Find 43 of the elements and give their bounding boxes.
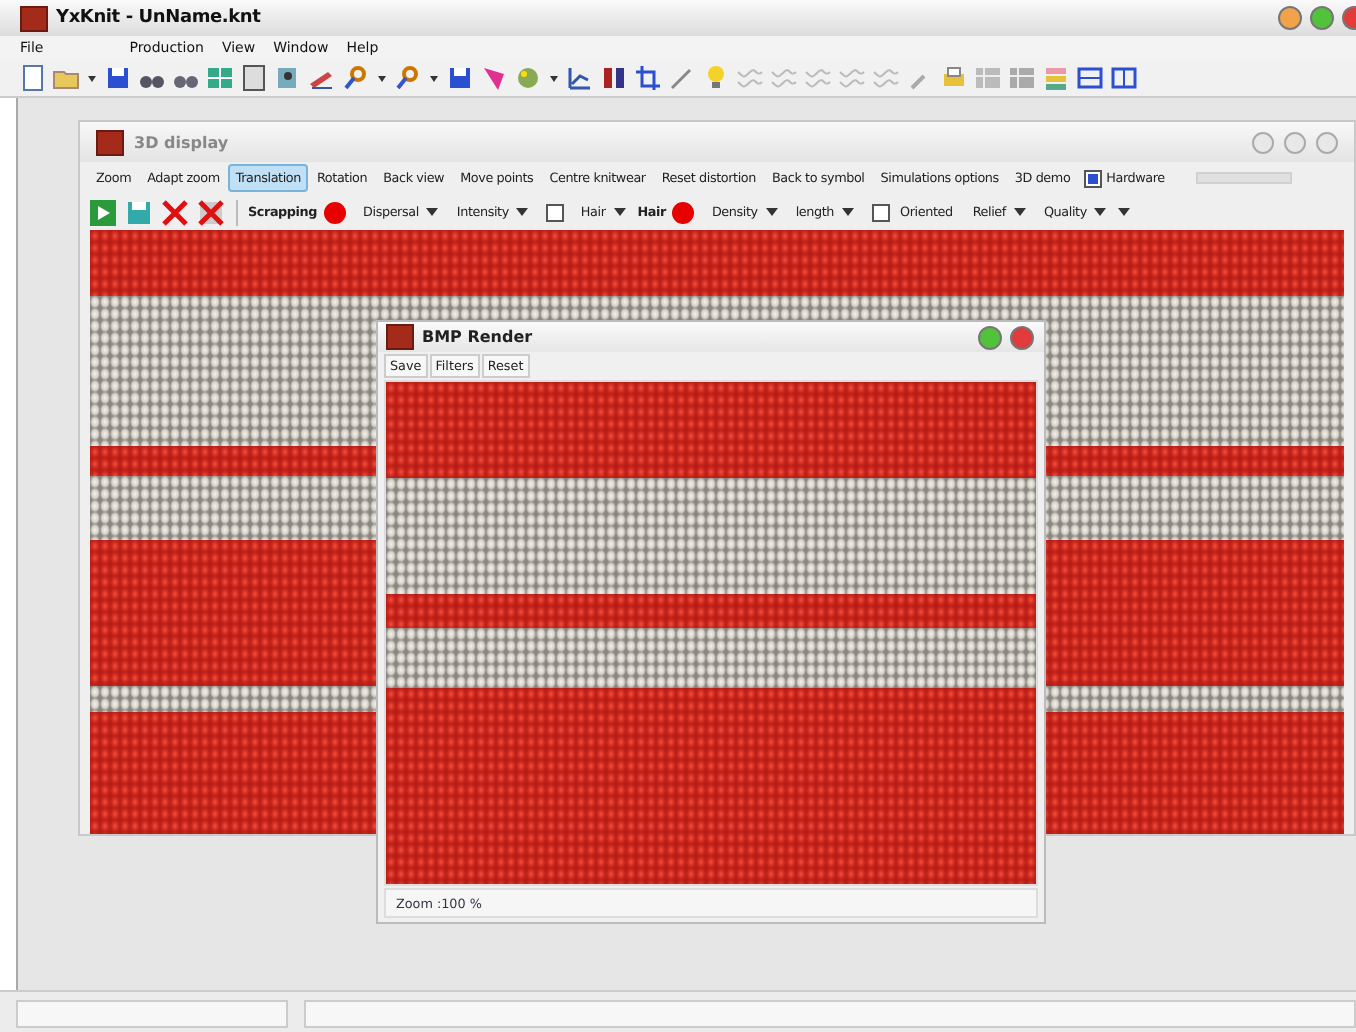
color-dot[interactable] [671, 201, 694, 223]
layers-icon[interactable] [1042, 64, 1070, 92]
color-dot[interactable] [323, 201, 346, 223]
close-button[interactable] [1342, 6, 1356, 30]
minimize-button[interactable] [1278, 6, 1302, 30]
caret-icon[interactable] [516, 206, 529, 218]
magnifier-icon[interactable] [394, 64, 422, 92]
window-title: BMP Render [422, 328, 533, 346]
save-icon[interactable] [446, 64, 474, 92]
window-icon [386, 324, 414, 350]
window-icon [96, 129, 124, 155]
maximize-button[interactable] [978, 325, 1002, 349]
caret-icon[interactable] [765, 206, 778, 218]
magnifier-icon[interactable] [342, 64, 370, 92]
caret-icon[interactable] [1013, 206, 1026, 218]
bulb-icon[interactable] [702, 64, 730, 92]
checkbox[interactable] [546, 203, 565, 221]
caret-icon[interactable] [842, 206, 855, 218]
checkbox[interactable] [872, 203, 891, 221]
split-horizontal-icon[interactable] [1076, 64, 1104, 92]
slider-track[interactable] [1196, 172, 1293, 184]
app-icon [20, 5, 48, 31]
blocks-icon[interactable] [600, 64, 628, 92]
printer-icon[interactable] [940, 64, 968, 92]
maximize-button[interactable] [1310, 6, 1334, 30]
chart-icon[interactable] [566, 64, 594, 92]
grid-icon[interactable] [206, 64, 234, 92]
caret-icon[interactable] [426, 206, 439, 218]
window-title: YxKnit - UnName.knt [56, 8, 261, 28]
swatch-icon[interactable] [480, 64, 508, 92]
crop-icon[interactable] [634, 64, 662, 92]
caret-icon[interactable] [613, 206, 626, 218]
checkbox[interactable] [1084, 169, 1103, 187]
split-vertical-icon[interactable] [1110, 64, 1138, 92]
window-title: 3D display [134, 133, 229, 151]
save-icon[interactable] [124, 197, 154, 227]
document-icon[interactable] [18, 64, 46, 92]
close-button[interactable] [1010, 325, 1034, 349]
cross-icon[interactable] [196, 197, 226, 227]
play-icon[interactable] [88, 197, 118, 227]
cross-icon[interactable] [160, 197, 190, 227]
save-icon[interactable] [104, 64, 132, 92]
panel-icon[interactable] [240, 64, 268, 92]
